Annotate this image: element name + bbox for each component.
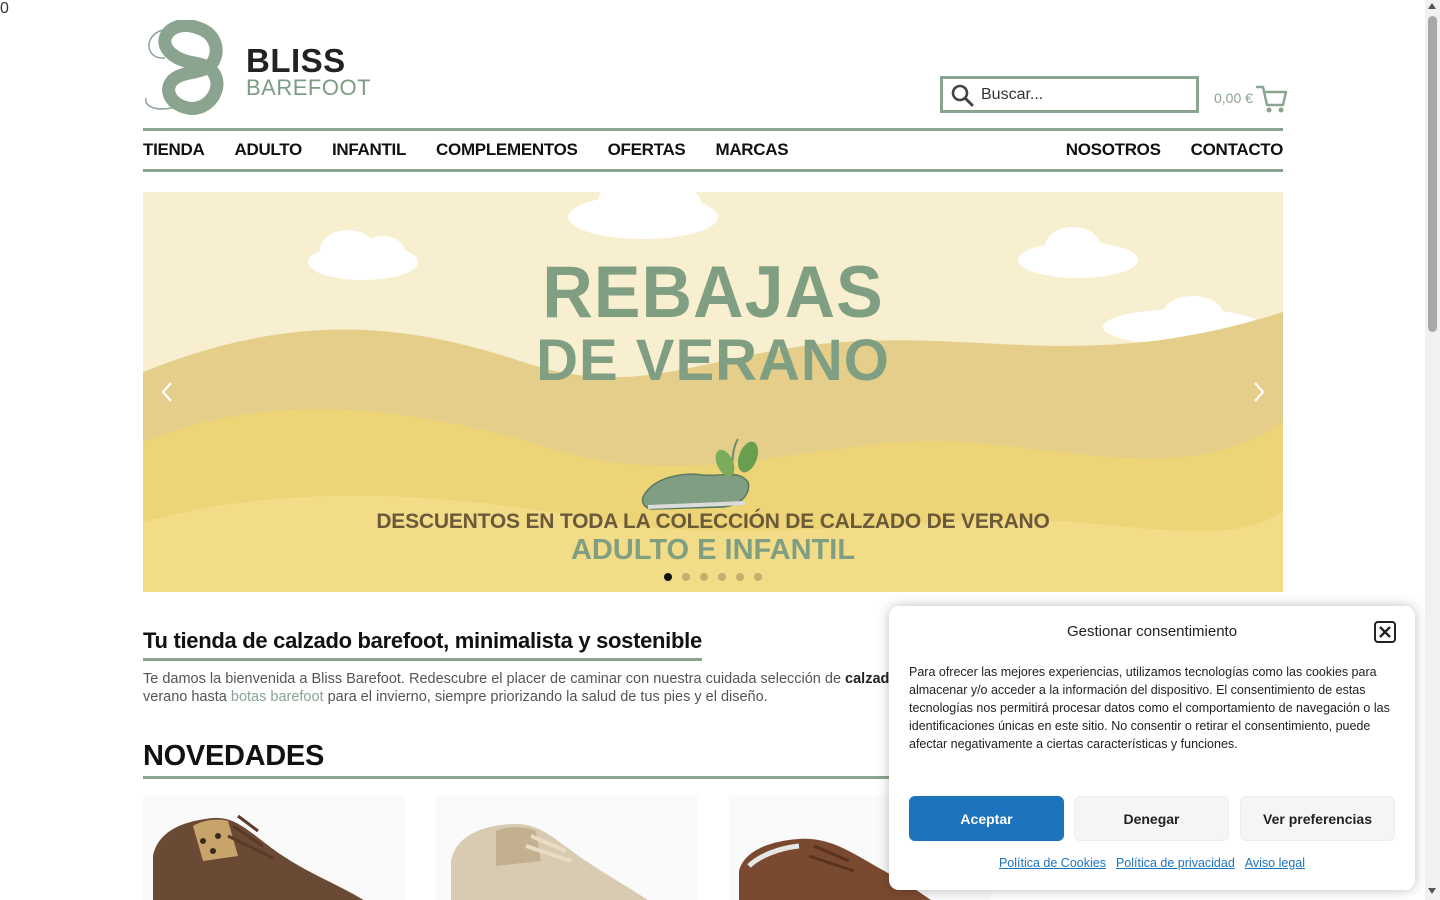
nav-item-marcas[interactable]: MARCAS [715, 140, 788, 160]
accept-button[interactable]: Aceptar [909, 796, 1064, 841]
welcome-text-part2: verano hasta [143, 689, 231, 705]
consent-close-button[interactable] [1374, 621, 1396, 643]
slider-dot-5[interactable] [736, 573, 744, 581]
scroll-up-icon[interactable] [1428, 3, 1436, 9]
hero-title-line1: REBAJAS [542, 251, 884, 333]
slider-dot-1[interactable] [664, 573, 672, 581]
chevron-right-icon [1254, 382, 1265, 402]
nav-item-tienda[interactable]: TIENDA [143, 140, 205, 160]
cart-count-badge: 0 [0, 0, 9, 17]
scroll-down-icon[interactable] [1428, 888, 1436, 894]
hero-slider[interactable]: REBAJAS DE VERANO DESCUENTOS EN TODA LA … [143, 192, 1283, 592]
chevron-left-icon [161, 382, 172, 402]
cart-total: 0,00 € [1214, 90, 1253, 106]
nav-item-nosotros[interactable]: NOSOTROS [1066, 140, 1161, 160]
site-logo[interactable]: BLISS BAREFOOT [143, 20, 371, 115]
cart-icon[interactable] [1255, 81, 1289, 115]
nav-item-infantil[interactable]: INFANTIL [332, 140, 406, 160]
hero-subtitle-line1: DESCUENTOS EN TODA LA COLECCIÓN DE CALZA… [376, 510, 1050, 533]
slider-prev-button[interactable] [155, 380, 179, 404]
product-image [451, 823, 648, 900]
consent-text: Para ofrecer las mejores experiencias, u… [909, 665, 1390, 751]
welcome-title: Tu tienda de calzado barefoot, minimalis… [143, 628, 702, 661]
slider-next-button[interactable] [1247, 380, 1271, 404]
scrollbar-thumb[interactable] [1428, 16, 1437, 332]
hero-title-line2: DE VERANO [536, 328, 890, 393]
welcome-text-part1: Te damos la bienvenida a Bliss Barefoot.… [143, 671, 846, 687]
search-input[interactable] [981, 85, 1191, 104]
product-image [153, 814, 364, 900]
main-nav: TIENDA ADULTO INFANTIL COMPLEMENTOS OFER… [143, 128, 1283, 172]
search-icon[interactable] [947, 80, 977, 110]
search-bar [940, 76, 1199, 113]
nav-item-contacto[interactable]: CONTACTO [1191, 140, 1284, 160]
cookie-policy-link[interactable]: Política de Cookies [999, 856, 1106, 870]
privacy-policy-link[interactable]: Política de privacidad [1116, 856, 1235, 870]
nav-left: TIENDA ADULTO INFANTIL COMPLEMENTOS OFER… [143, 140, 818, 160]
hero-subtitle-line2: ADULTO E INFANTIL [570, 534, 856, 566]
botas-barefoot-link[interactable]: botas barefoot [231, 689, 324, 705]
preferences-button[interactable]: Ver preferencias [1240, 796, 1395, 841]
close-icon [1379, 626, 1391, 638]
slider-dot-4[interactable] [718, 573, 726, 581]
nav-item-adulto[interactable]: ADULTO [234, 140, 302, 160]
slider-dot-6[interactable] [754, 573, 762, 581]
slider-dot-3[interactable] [700, 573, 708, 581]
logo-mark-icon [145, 20, 224, 115]
cart-widget[interactable]: 0,00 € [1214, 80, 1289, 116]
consent-title: Gestionar consentimiento [1066, 623, 1238, 640]
nav-item-complementos[interactable]: COMPLEMENTOS [436, 140, 578, 160]
nav-right: NOSOTROS CONTACTO [1036, 140, 1284, 160]
nav-item-ofertas[interactable]: OFERTAS [608, 140, 686, 160]
page-scrollbar[interactable] [1425, 0, 1440, 900]
deny-button[interactable]: Denegar [1074, 796, 1229, 841]
legal-notice-link[interactable]: Aviso legal [1245, 856, 1305, 870]
welcome-text-part3: para el invierno, siempre priorizando la… [323, 689, 768, 705]
product-card[interactable] [436, 796, 698, 900]
logo-text-barefoot: BAREFOOT [246, 75, 372, 100]
slider-dot-2[interactable] [682, 573, 690, 581]
consent-links: Política de Cookies Política de privacid… [889, 856, 1415, 870]
slider-dots [143, 573, 1283, 581]
cookie-consent-dialog: Gestionar consentimiento Para ofrecer la… [889, 606, 1415, 890]
product-card[interactable] [143, 796, 405, 900]
